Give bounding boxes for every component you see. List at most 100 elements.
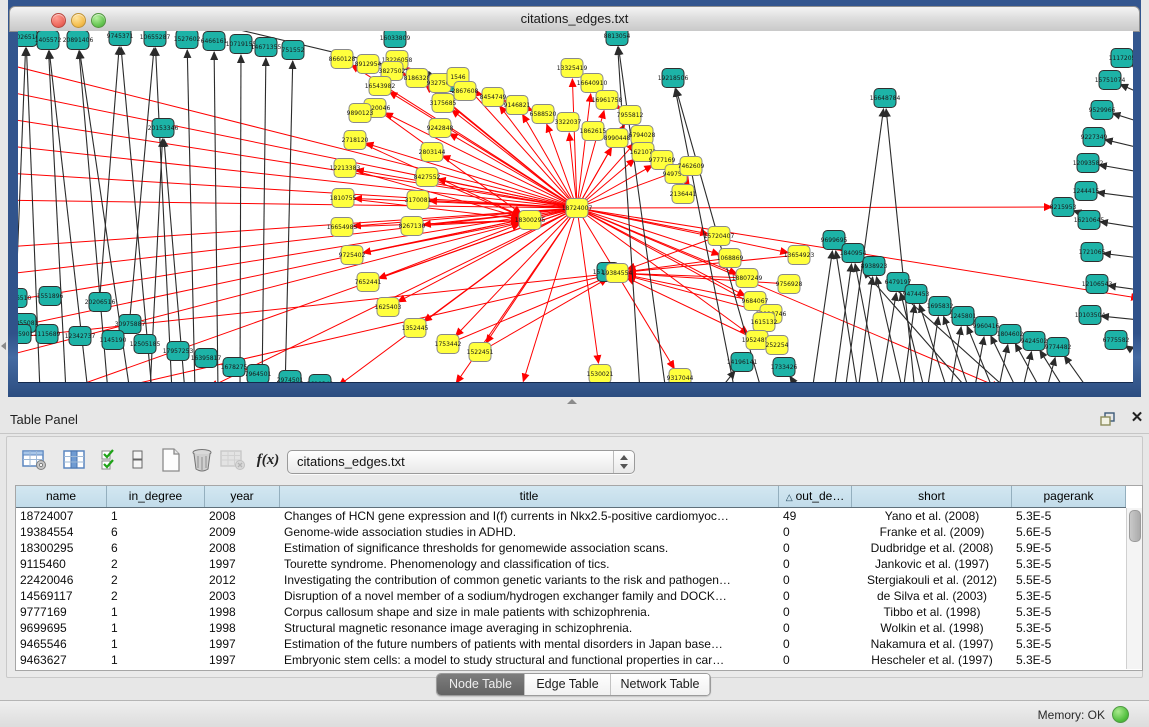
graph-node[interactable]: 12093582 [1073, 154, 1104, 173]
citation-edge-red[interactable] [352, 222, 519, 255]
graph-node[interactable]: 1244415 [1073, 182, 1100, 201]
citation-edge-black[interactable] [1120, 84, 1133, 93]
column-header-title[interactable]: title [280, 486, 779, 507]
column-header-out_de[interactable]: △out_de… [779, 486, 852, 507]
graph-node[interactable]: 19218506 [658, 69, 689, 88]
graph-node[interactable]: 9424502 [1021, 332, 1048, 351]
graph-node[interactable]: 14671355 [251, 38, 282, 57]
table-row[interactable]: 1872400712008Changes of HCN gene express… [16, 508, 1126, 524]
table-row[interactable]: 911546021997Tourette syndrome. Phenomeno… [16, 556, 1126, 572]
citation-edge-black[interactable] [790, 376, 800, 382]
close-panel-icon[interactable]: ✕ [1128, 409, 1146, 427]
citation-edge-red[interactable] [577, 208, 788, 253]
graph-node[interactable]: 1840954 [840, 244, 867, 263]
citation-edge-red[interactable] [577, 208, 720, 255]
citation-edge-red[interactable] [18, 63, 577, 208]
table-row[interactable]: 969969511998Structural magnetic resonanc… [16, 620, 1126, 636]
citation-edge-black[interactable] [974, 337, 984, 382]
graph-node[interactable]: 1405572 [35, 31, 62, 50]
graph-node[interactable]: 1721065 [1079, 243, 1106, 262]
table-mode-icon[interactable] [127, 446, 149, 474]
graph-node[interactable]: 1619340 [307, 375, 334, 383]
graph-node[interactable]: 3175685 [430, 94, 457, 113]
citation-edge-red[interactable] [523, 208, 577, 381]
citation-edge-red[interactable] [628, 255, 799, 272]
graph-node[interactable]: 1530021 [587, 365, 614, 383]
select-all-icon[interactable] [97, 446, 125, 474]
graph-node[interactable]: 1753442 [435, 335, 462, 354]
graph-node[interactable]: 1733426 [771, 358, 798, 377]
citation-edge-black[interactable] [950, 327, 961, 382]
citation-edge-red[interactable] [577, 94, 591, 208]
citation-edge-black[interactable] [919, 304, 948, 382]
table-row[interactable]: 946554611997Estimation of the future num… [16, 636, 1126, 652]
graph-node[interactable]: 15720407 [704, 227, 735, 246]
citation-edge-black[interactable] [187, 50, 195, 382]
graph-node[interactable]: 9529966 [1089, 101, 1116, 120]
citation-edge-black[interactable] [100, 47, 119, 295]
citation-edge-black[interactable] [1101, 316, 1133, 320]
graph-node[interactable]: 1145190 [100, 331, 127, 350]
graph-node[interactable]: 1862615 [580, 122, 607, 141]
graph-node[interactable]: 18807249 [732, 269, 763, 288]
graph-node[interactable]: 9227349 [1081, 128, 1108, 147]
citation-edge-black[interactable] [240, 55, 241, 382]
delete-table-icon[interactable] [217, 446, 249, 474]
graph-node[interactable]: 18300295 [515, 211, 546, 230]
graph-node[interactable]: 2867608 [452, 82, 479, 101]
tab-node-table[interactable]: Node Table [437, 674, 525, 695]
table-selector-dropdown[interactable]: citations_edges.txt [287, 450, 635, 474]
table-row[interactable]: 1456911722003Disruption of a novel membe… [16, 588, 1126, 604]
graph-node[interactable]: 2803144 [419, 143, 446, 162]
graph-node[interactable]: 9960416 [973, 317, 1000, 336]
graph-node[interactable]: 8938923 [861, 257, 888, 276]
show-columns-icon[interactable] [59, 446, 91, 474]
graph-node[interactable]: 9774482 [1045, 338, 1072, 357]
column-header-short[interactable]: short [852, 486, 1012, 507]
graph-node[interactable]: 7955812 [617, 106, 644, 125]
table-options-icon[interactable] [19, 446, 51, 474]
citation-edge-black[interactable] [285, 61, 293, 382]
graph-node[interactable]: 16654985 [327, 218, 358, 237]
graph-node[interactable]: 13654923 [784, 246, 815, 265]
graph-node[interactable]: 1804602 [997, 325, 1024, 344]
graph-node[interactable]: 25106510 [18, 289, 31, 308]
citation-edge-black[interactable] [1064, 356, 1090, 382]
citation-edge-black[interactable] [812, 251, 832, 382]
table-row[interactable]: 1938455462009Genome-wide association stu… [16, 524, 1126, 540]
graph-node[interactable]: 7652441 [355, 273, 382, 292]
graph-node[interactable]: 1551896 [37, 287, 64, 306]
citation-edge-black[interactable] [1103, 253, 1133, 258]
citation-edge-red[interactable] [18, 118, 577, 208]
tab-network-table[interactable]: Network Table [611, 674, 710, 695]
column-header-in_degree[interactable]: in_degree [107, 486, 205, 507]
graph-node[interactable]: 16543982 [365, 77, 396, 96]
graph-node[interactable]: 6775582 [1103, 331, 1130, 350]
graph-node[interactable]: 3915901 [18, 325, 34, 344]
citation-edge-black[interactable] [855, 264, 880, 382]
graph-node[interactable]: 8990448 [604, 129, 631, 148]
graph-node[interactable]: 8660128 [329, 50, 356, 69]
graph-node[interactable]: 252254 [766, 336, 789, 355]
graph-node[interactable]: 12505185 [130, 335, 161, 354]
graph-node[interactable]: 9756928 [776, 275, 803, 294]
graph-node[interactable]: 1810755 [330, 189, 357, 208]
graph-node[interactable]: 2974501 [277, 371, 304, 383]
citation-edge-red[interactable] [448, 277, 607, 344]
vertical-scrollbar[interactable] [1126, 508, 1142, 669]
graph-node[interactable]: 9146821 [504, 96, 531, 115]
tab-edge-table[interactable]: Edge Table [525, 674, 611, 695]
citation-edge-black[interactable] [998, 345, 1008, 382]
graph-node[interactable]: 10103504 [1075, 306, 1106, 325]
graph-node[interactable]: 9317044 [667, 369, 694, 383]
citation-edge-black[interactable] [618, 47, 666, 382]
scrollbar-thumb[interactable] [1129, 510, 1141, 542]
graph-node[interactable]: 1115689 [34, 325, 61, 344]
citation-edge-black[interactable] [1022, 352, 1031, 382]
citation-edge-red[interactable] [70, 208, 577, 382]
graph-node[interactable]: 18724007 [562, 199, 593, 218]
graph-node[interactable]: 8912954 [355, 55, 382, 74]
citation-edge-black[interactable] [1099, 165, 1133, 172]
graph-node[interactable]: 9725402 [339, 246, 366, 265]
column-header-name[interactable]: name [16, 486, 107, 507]
